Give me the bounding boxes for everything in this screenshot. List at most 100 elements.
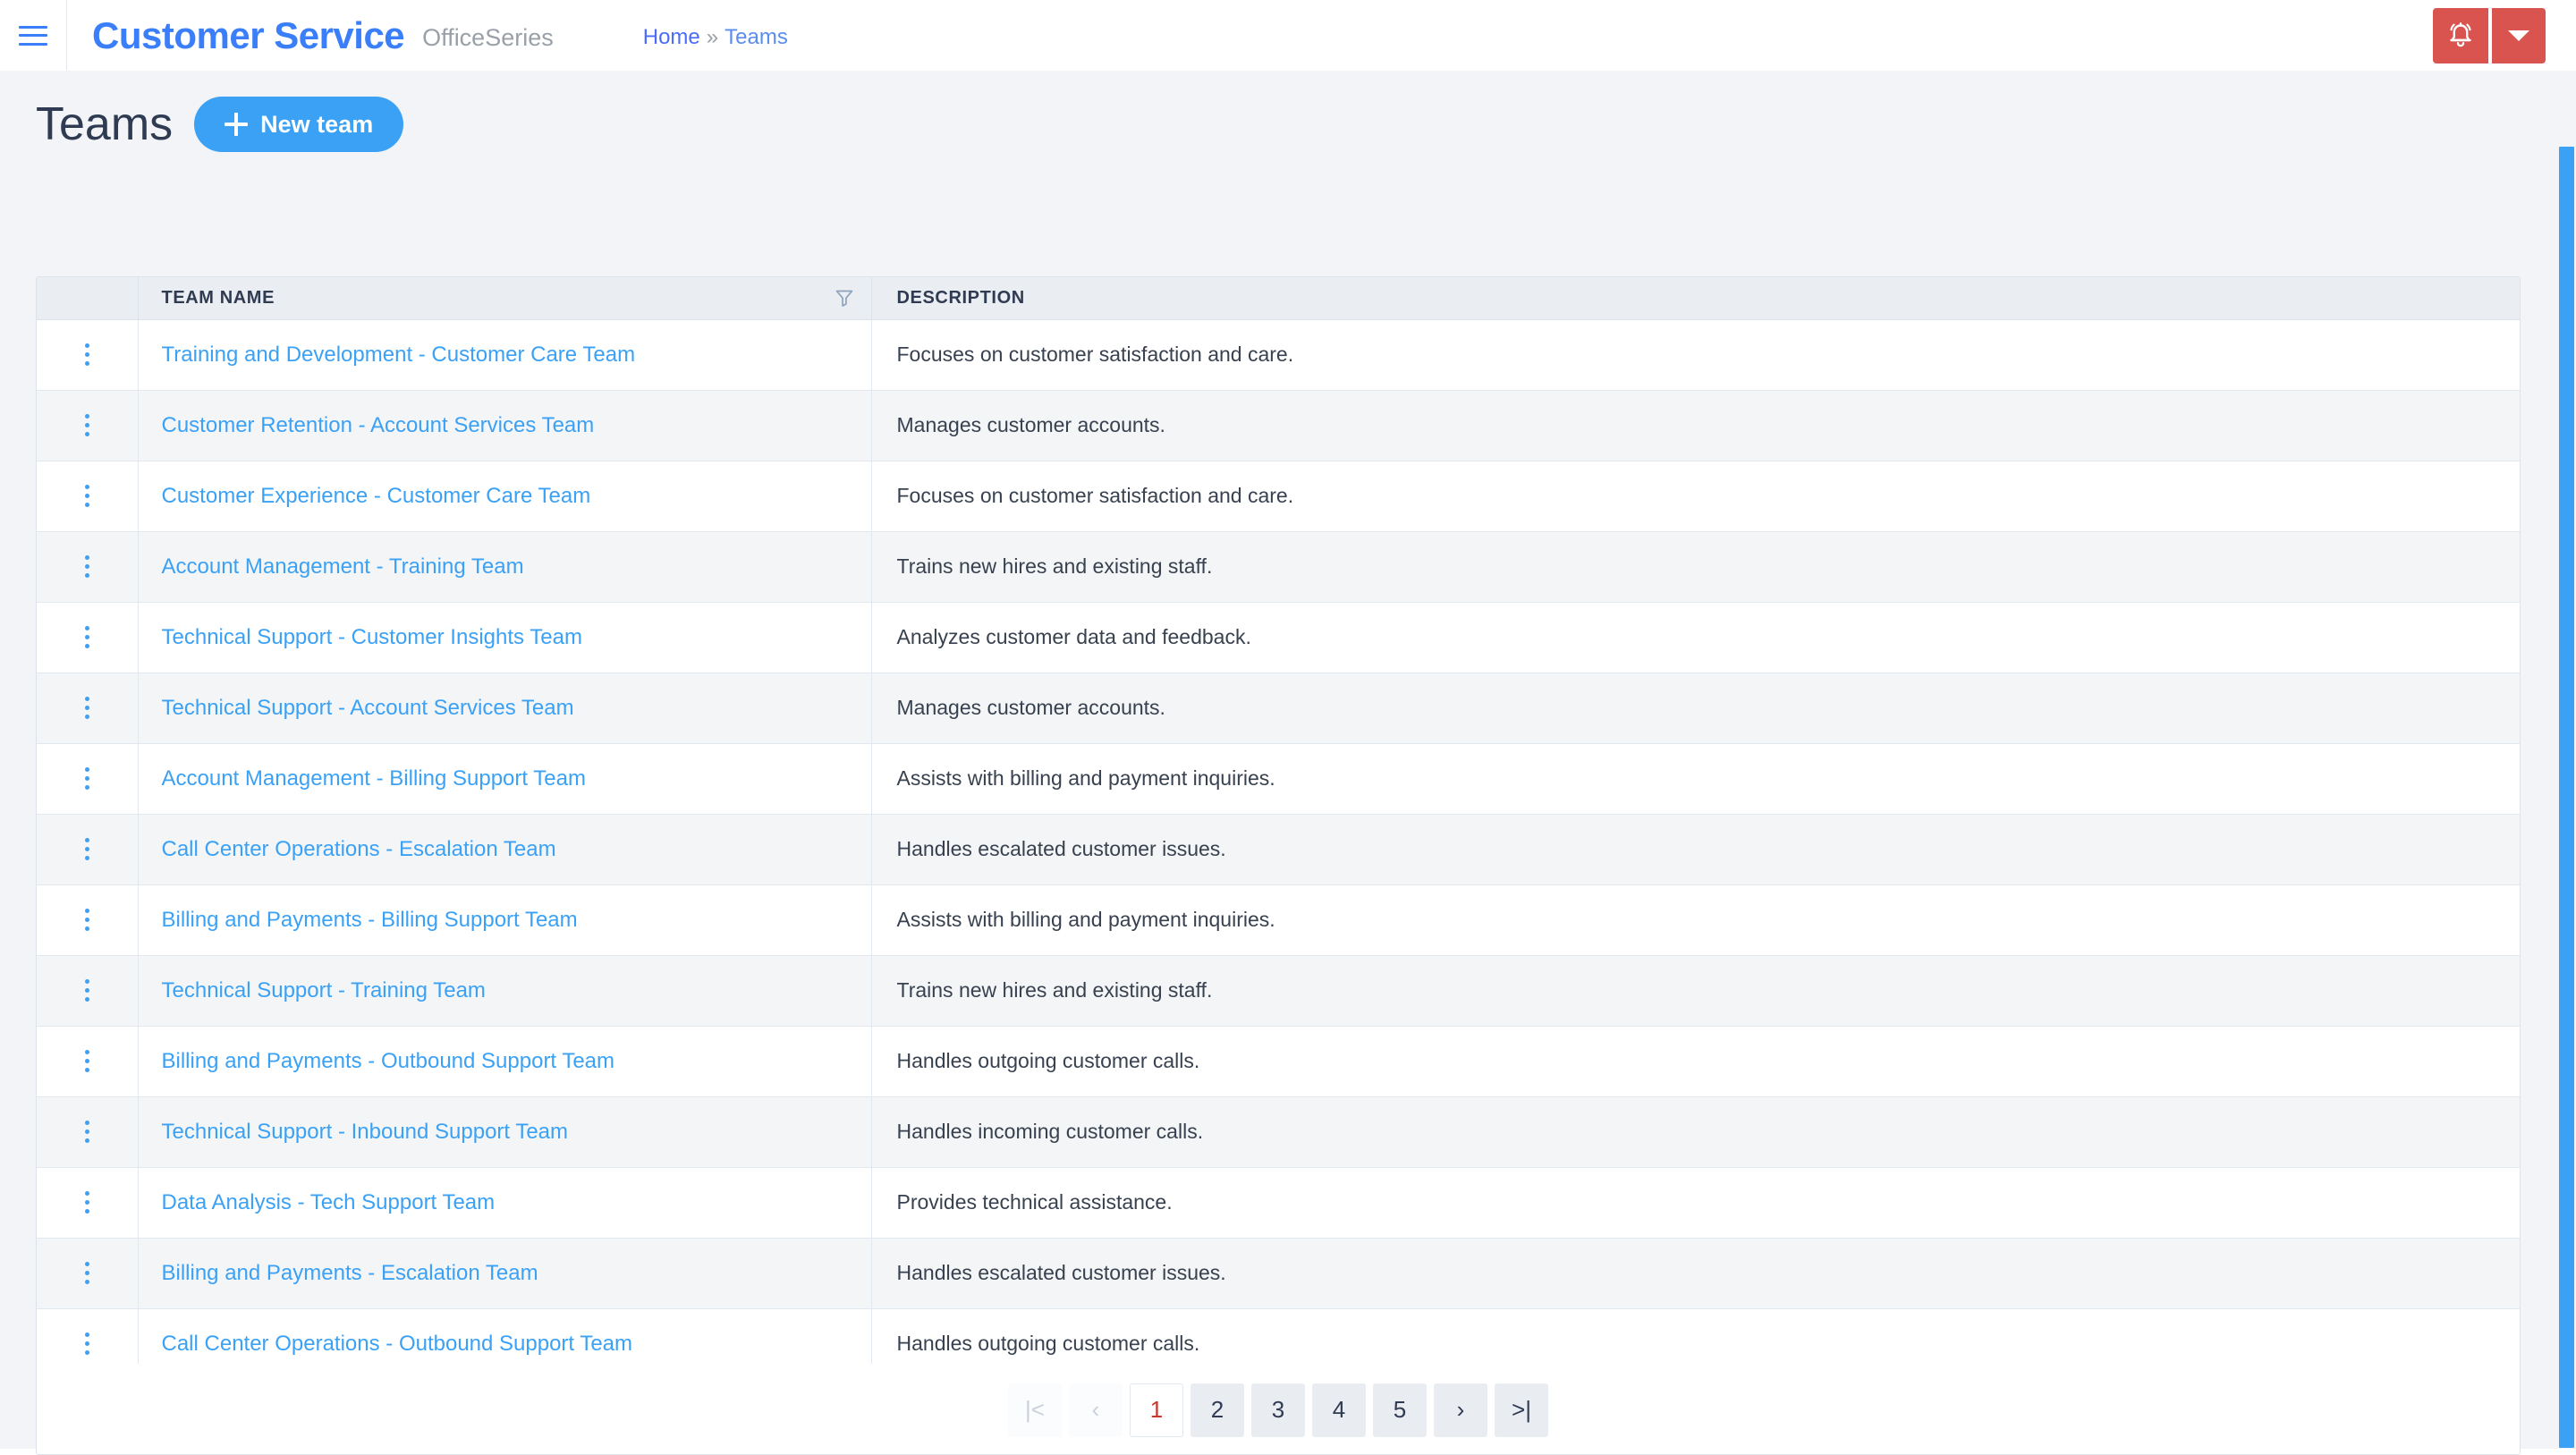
teams-table: TEAM NAME DESCRIPTION Training and Devel…: [37, 277, 2520, 1380]
pagination-page-2[interactable]: 2: [1191, 1383, 1244, 1437]
team-name-link[interactable]: Account Management - Training Team: [162, 554, 524, 579]
table-header-row: TEAM NAME DESCRIPTION: [37, 277, 2520, 320]
team-description-text: Focuses on customer satisfaction and car…: [896, 343, 1294, 366]
team-description-cell: Analyzes customer data and feedback.: [871, 602, 2520, 673]
team-name-cell: Data Analysis - Tech Support Team: [138, 1167, 872, 1239]
pagination-page-3[interactable]: 3: [1251, 1383, 1305, 1437]
row-menu-cell: [37, 814, 139, 885]
kebab-menu-icon[interactable]: [72, 548, 102, 585]
team-name-link[interactable]: Account Management - Billing Support Tea…: [162, 766, 586, 791]
table-row: Customer Retention - Account Services Te…: [37, 390, 2520, 461]
pagination-last-button[interactable]: >|: [1495, 1383, 1548, 1437]
breadcrumb-link-home[interactable]: Home: [643, 25, 700, 50]
page-scrollbar-track[interactable]: [2556, 71, 2576, 1449]
filter-icon[interactable]: [834, 287, 855, 309]
kebab-menu-icon[interactable]: [72, 831, 102, 867]
row-menu-cell: [37, 461, 139, 532]
hamburger-menu-button[interactable]: [0, 0, 67, 71]
table-row: Billing and Payments - Outbound Support …: [37, 1026, 2520, 1097]
team-name-link[interactable]: Customer Experience - Customer Care Team: [162, 484, 591, 508]
table-row: Account Management - Training Team Trains…: [37, 531, 2520, 603]
team-name-link[interactable]: Technical Support - Account Services Tea…: [162, 696, 574, 720]
row-menu-cell: [37, 319, 139, 391]
kebab-menu-icon[interactable]: [72, 760, 102, 797]
team-description-text: Provides technical assistance.: [896, 1190, 1173, 1214]
kebab-menu-icon[interactable]: [72, 619, 102, 656]
team-description-text: Handles escalated customer issues.: [896, 837, 1226, 860]
team-name-cell: Technical Support - Training Team: [138, 955, 872, 1027]
kebab-menu-icon[interactable]: [72, 1255, 102, 1291]
team-name-link[interactable]: Technical Support - Inbound Support Team: [162, 1120, 569, 1144]
new-team-button[interactable]: New team: [194, 97, 404, 152]
team-name-link[interactable]: Data Analysis - Tech Support Team: [162, 1190, 496, 1214]
team-name-link[interactable]: Technical Support - Customer Insights Te…: [162, 625, 582, 649]
table-row: Technical Support - Inbound Support Team…: [37, 1096, 2520, 1168]
row-menu-cell: [37, 390, 139, 461]
column-header-team-name-label: TEAM NAME: [161, 287, 275, 308]
pagination-page-4[interactable]: 4: [1312, 1383, 1366, 1437]
table-body: Training and Development - Customer Care…: [37, 319, 2520, 1380]
team-name-link[interactable]: Billing and Payments - Billing Support T…: [162, 908, 578, 932]
team-description-cell: Trains new hires and existing staff.: [871, 955, 2520, 1027]
page-header: Teams New team: [0, 71, 2576, 178]
kebab-menu-icon[interactable]: [72, 689, 102, 726]
team-name-link[interactable]: Customer Retention - Account Services Te…: [162, 413, 595, 437]
team-description-cell: Focuses on customer satisfaction and car…: [871, 319, 2520, 391]
team-description-text: Manages customer accounts.: [896, 413, 1165, 436]
team-name-link[interactable]: Training and Development - Customer Care…: [162, 343, 636, 367]
kebab-menu-icon[interactable]: [72, 1184, 102, 1221]
page-scrollbar-thumb[interactable]: [2559, 147, 2574, 1448]
table-header: TEAM NAME DESCRIPTION: [37, 277, 2520, 320]
table-row: Call Center Operations - Escalation Team…: [37, 814, 2520, 885]
kebab-menu-icon[interactable]: [72, 1325, 102, 1362]
breadcrumb-separator-icon: »: [706, 24, 719, 49]
column-header-description: DESCRIPTION: [871, 277, 2520, 320]
table-row: Billing and Payments - Escalation Team Ha…: [37, 1238, 2520, 1309]
kebab-menu-icon[interactable]: [72, 972, 102, 1009]
kebab-menu-icon[interactable]: [72, 901, 102, 938]
table-row: Data Analysis - Tech Support Team Provide…: [37, 1167, 2520, 1239]
team-name-cell: Customer Experience - Customer Care Team: [138, 461, 872, 532]
breadcrumb-current-teams[interactable]: Teams: [724, 25, 788, 50]
team-description-text: Assists with billing and payment inquiri…: [896, 766, 1275, 790]
team-description-text: Handles outgoing customer calls.: [896, 1049, 1200, 1072]
notifications-button[interactable]: [2433, 7, 2488, 63]
notifications-dropdown-button[interactable]: [2490, 7, 2546, 63]
kebab-menu-icon[interactable]: [72, 1043, 102, 1079]
team-name-link[interactable]: Call Center Operations - Escalation Team: [162, 837, 556, 861]
team-description-text: Manages customer accounts.: [896, 696, 1165, 719]
team-name-cell: Technical Support - Account Services Tea…: [138, 673, 872, 744]
pagination-page-1[interactable]: 1: [1130, 1383, 1183, 1437]
pagination-page-5[interactable]: 5: [1373, 1383, 1427, 1437]
kebab-menu-icon[interactable]: [72, 336, 102, 373]
column-header-menu: [37, 277, 139, 320]
team-description-cell: Handles escalated customer issues.: [871, 1238, 2520, 1309]
pagination-next-button[interactable]: ›: [1434, 1383, 1487, 1437]
team-description-cell: Assists with billing and payment inquiri…: [871, 884, 2520, 956]
column-header-team-name: TEAM NAME: [138, 277, 872, 320]
kebab-menu-icon[interactable]: [72, 478, 102, 514]
team-name-cell: Billing and Payments - Outbound Support …: [138, 1026, 872, 1097]
team-name-link[interactable]: Call Center Operations - Outbound Suppor…: [162, 1332, 633, 1356]
row-menu-cell: [37, 955, 139, 1027]
hamburger-icon: [19, 25, 47, 46]
pagination-first-button[interactable]: |<: [1008, 1383, 1062, 1437]
team-description-text: Assists with billing and payment inquiri…: [896, 908, 1275, 931]
team-name-link[interactable]: Billing and Payments - Escalation Team: [162, 1261, 538, 1285]
team-description-text: Focuses on customer satisfaction and car…: [896, 484, 1294, 507]
app-subtitle: OfficeSeries: [422, 24, 554, 51]
kebab-menu-icon[interactable]: [72, 407, 102, 444]
team-name-link[interactable]: Billing and Payments - Outbound Support …: [162, 1049, 615, 1073]
table-row: Technical Support - Customer Insights Te…: [37, 602, 2520, 673]
team-name-cell: Account Management - Training Team: [138, 531, 872, 603]
breadcrumb: Home » Teams: [643, 0, 788, 71]
pagination-prev-button[interactable]: ‹: [1069, 1383, 1123, 1437]
bell-icon: [2450, 21, 2471, 47]
team-name-cell: Training and Development - Customer Care…: [138, 319, 872, 391]
kebab-menu-icon[interactable]: [72, 1113, 102, 1150]
row-menu-cell: [37, 1026, 139, 1097]
team-name-link[interactable]: Technical Support - Training Team: [162, 978, 486, 1002]
app-title: Customer Service: [92, 13, 405, 56]
team-description-text: Handles outgoing customer calls.: [896, 1332, 1200, 1355]
row-menu-cell: [37, 1167, 139, 1239]
